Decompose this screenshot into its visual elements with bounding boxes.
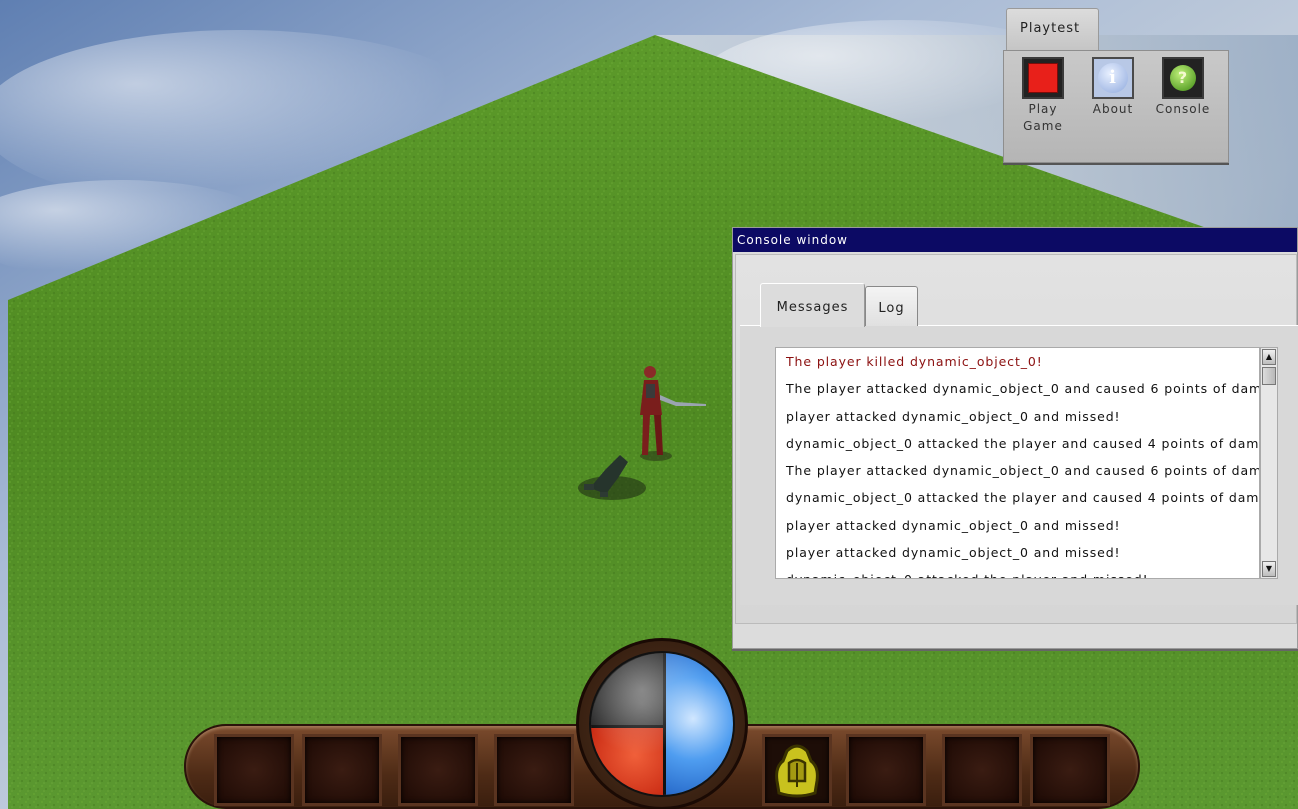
hotbar-slot[interactable] [214,734,294,806]
message-scrollbar[interactable]: ▲ ▼ [1260,347,1278,579]
message-item: The player attacked dynamic_object_0 and… [786,463,1260,479]
play-game-button[interactable]: Play Game [1013,57,1073,135]
playtest-toolbar: Play Game i About ? Console [1003,50,1229,163]
about-button[interactable]: i About [1083,57,1143,118]
hotbar-slot[interactable] [494,734,574,806]
console-button[interactable]: ? Console [1150,57,1216,118]
hotbar-slot[interactable] [302,734,382,806]
message-item: player attacked dynamic_object_0 and mis… [786,517,1121,533]
hotbar-slot[interactable] [1030,734,1110,806]
tab-messages[interactable]: Messages [760,283,865,327]
stop-icon [1022,57,1064,99]
message-item: The player attacked dynamic_object_0 and… [786,381,1260,397]
message-item: player attacked dynamic_object_0 and mis… [786,408,1121,424]
backpack-icon [775,744,819,798]
message-item: dynamic_object_0 attacked the player and… [786,566,1259,578]
message-item: player attacked dynamic_object_0 and mis… [786,545,1121,561]
health-mana-orb [576,638,748,809]
hotbar-slot[interactable] [942,734,1022,806]
tab-log[interactable]: Log [865,286,918,326]
console-title-bar[interactable]: Console window [733,228,1297,252]
console-title: Console window [737,233,848,247]
scroll-down-icon[interactable]: ▼ [1262,561,1276,577]
help-icon: ? [1162,57,1204,99]
play-game-label: Play Game [1023,102,1063,133]
about-label: About [1092,102,1134,116]
scroll-thumb[interactable] [1262,367,1276,385]
info-icon: i [1092,57,1134,99]
tab-playtest[interactable]: Playtest [1006,8,1099,52]
message-list[interactable]: The player killed dynamic_object_0! The … [775,347,1260,579]
console-label: Console [1155,102,1211,116]
console-window[interactable]: Console window Messages Log The player k… [732,227,1298,649]
message-item: dynamic_object_0 attacked the player and… [786,435,1260,451]
message-item: dynamic_object_0 attacked the player and… [786,490,1260,506]
scroll-up-icon[interactable]: ▲ [1262,349,1276,365]
inventory-slot[interactable] [762,734,832,806]
hotbar-slot[interactable] [846,734,926,806]
hotbar-slot[interactable] [398,734,478,806]
message-item: The player killed dynamic_object_0! [786,354,1043,369]
